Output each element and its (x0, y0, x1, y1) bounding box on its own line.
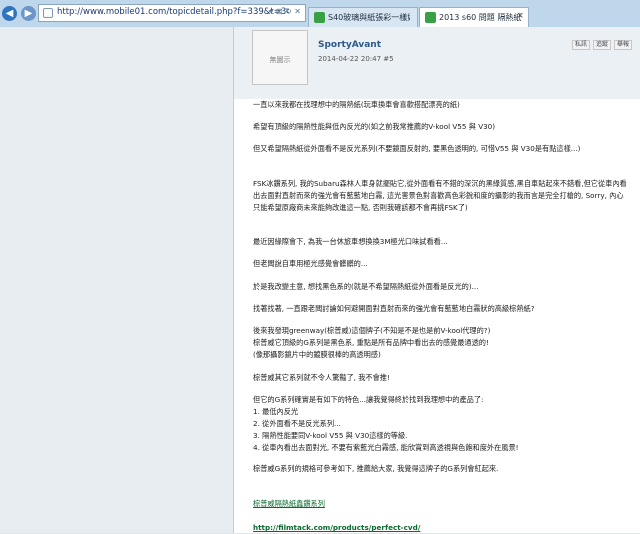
post-paragraph: FSK冰鑽系列, 我的Subaru森林人車身就擺貼它,從外面看有不錯的深沉的黑綠… (253, 179, 627, 212)
product-url-paragraph: http://filmtack.com/products/perfect-cvd… (253, 510, 627, 534)
post-paragraph: 希望有頂級的隔熱性能與低內反光的(如之前我常推薦的V-kool V55 與 V3… (253, 122, 496, 131)
follow-button[interactable]: 追蹤 (593, 40, 611, 50)
browser-toolbar: ◀ ▶ http://www.mobile01.com/topicdetail.… (0, 0, 640, 28)
address-url[interactable]: http://www.mobile01.com/topicdetail.php?… (57, 7, 289, 17)
post-paragraph: 但老闆說自車用極光感覺會髒髒的... (253, 259, 368, 268)
product-link-paragraph: 棕普威隔熱紙鑫鑽系列 (253, 486, 627, 510)
post-paragraph: 最近因緣際會下, 為我一台休旅車想換換3M極光口味試看看... (253, 237, 448, 246)
post-username[interactable]: SportyAvant (318, 40, 381, 50)
post-paragraph: 找著找著, 一直跟老闆討論如何避開面對直射而來的強光會有藍藍地白霧狀的高級棕熱紙… (253, 304, 535, 313)
post-paragraph: 棕普威G系列的規格可參考如下, 推薦給大家, 我覺得這牌子的G系列會紅起來. (253, 464, 499, 473)
address-bar[interactable]: http://www.mobile01.com/topicdetail.php?… (38, 4, 306, 22)
forward-button[interactable]: ▶ (21, 6, 36, 21)
address-tools-icons[interactable]: ▾ ⊠ ↻ ✕ (269, 7, 301, 16)
site-favicon-icon (425, 12, 436, 23)
post-paragraph: 於是我改變主意, 想找黑色系的(就是不希望隔熱紙從外面看是反光的)... (253, 282, 479, 291)
avatar-placeholder-text: 無圖示 (269, 56, 291, 64)
site-favicon-icon (314, 12, 325, 23)
tab-s40[interactable]: S40玻璃與紙張彩一樣好 (第1... (308, 7, 418, 27)
tab-title: S40玻璃與紙張彩一樣好 (第1... (328, 13, 410, 22)
post-paragraph: 後來我發現greenway(棕普威)這個牌子(不知是不是也是前V-kool代理的… (253, 326, 491, 359)
post-paragraph: 但又希望隔熱紙從外面看不是反光系列(不要鏡面反射的, 要黑色透明的, 可惜V55… (253, 144, 581, 153)
report-button[interactable]: 舉報 (614, 40, 632, 50)
private-message-button[interactable]: 私訊 (572, 40, 590, 50)
left-column (0, 27, 234, 533)
back-button[interactable]: ◀ (2, 6, 17, 21)
product-url-link[interactable]: http://filmtack.com/products/perfect-cvd… (253, 523, 420, 532)
post-paragraph: 一直以來我都在找理想中的隔熱紙(玩車換車會喜歡搭配漂亮的紙) (253, 100, 460, 109)
avatar[interactable]: 無圖示 (252, 30, 308, 85)
post-date-floor: 2014-04-22 20:47 #5 (318, 55, 394, 63)
product-link[interactable]: 棕普威隔熱紙鑫鑽系列 (253, 499, 325, 508)
close-tab-icon[interactable]: × (516, 11, 524, 21)
tab-s60-active[interactable]: 2013 s60 問題 隔熱紙選... × (419, 7, 529, 27)
browser-window: ◀ ▶ http://www.mobile01.com/topicdetail.… (0, 0, 640, 533)
post-paragraph: 棕普威其它系列就不令人驚豔了, 我不會推! (253, 373, 390, 382)
page-icon (43, 8, 53, 18)
post-paragraph: 但它的G系列確實是有如下的特色...讓我覺得終於找到我理想中的產品了: 1. 最… (253, 395, 519, 452)
tab-title: 2013 s60 問題 隔熱紙選... (439, 13, 521, 22)
